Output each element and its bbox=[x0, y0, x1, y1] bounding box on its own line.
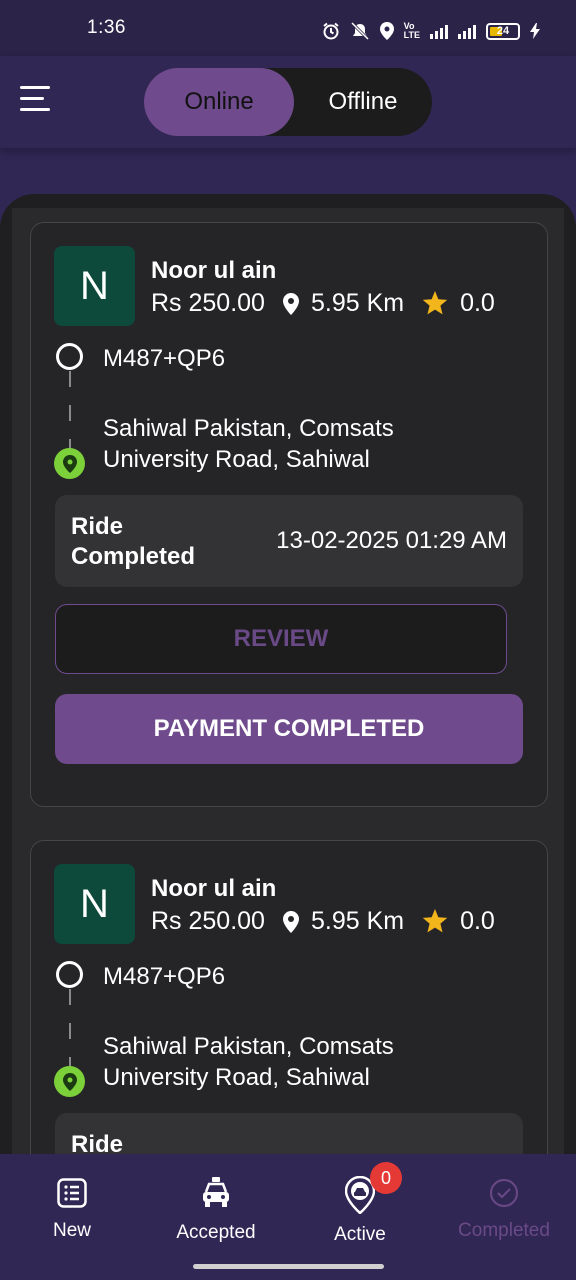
nav-label: Active bbox=[334, 1224, 386, 1245]
signal-icon bbox=[430, 23, 448, 39]
fare: Rs 250.00 bbox=[151, 289, 265, 317]
status-icons: Vo LTE 24 bbox=[322, 22, 540, 40]
star-icon bbox=[422, 291, 448, 315]
nav-completed[interactable]: Completed bbox=[432, 1158, 576, 1254]
ride-status-label: Ride bbox=[71, 1131, 124, 1154]
nav-label: New bbox=[52, 1220, 91, 1241]
rider-name: Noor ul ain bbox=[151, 257, 277, 284]
pickup-address: M487+QP6 bbox=[103, 963, 226, 990]
route-line bbox=[69, 371, 71, 455]
toggle-online[interactable]: Online bbox=[144, 68, 294, 136]
avatar: N bbox=[54, 246, 135, 326]
distance: 5.95 Km bbox=[310, 907, 405, 935]
fare: Rs 250.00 bbox=[151, 907, 265, 935]
nav-label: Completed bbox=[458, 1220, 550, 1241]
home-indicator[interactable] bbox=[193, 1264, 384, 1269]
location-icon bbox=[379, 22, 394, 40]
route-line bbox=[69, 989, 71, 1073]
ride-meta: Rs 250.00 5.95 Km 0.0 bbox=[151, 907, 495, 936]
app-header: Online Offline bbox=[0, 56, 576, 148]
rating: 0.0 bbox=[460, 289, 495, 317]
volte-icon: Vo LTE bbox=[403, 21, 420, 40]
dropoff-address: Sahiwal Pakistan, Comsats University Roa… bbox=[103, 1033, 394, 1091]
rides-panel: N Noor ul ain Rs 250.00 5.95 Km 0.0 M487… bbox=[0, 194, 576, 1154]
online-offline-toggle[interactable]: Online Offline bbox=[144, 68, 432, 136]
rating: 0.0 bbox=[460, 907, 495, 935]
ride-status-box: Ride Completed 13-02-2025 01:29 AM bbox=[55, 495, 523, 587]
location-pin-icon bbox=[282, 292, 299, 315]
pickup-icon bbox=[56, 343, 83, 370]
mute-icon bbox=[350, 22, 369, 40]
payment-completed-button[interactable]: PAYMENT COMPLETED bbox=[55, 694, 523, 764]
dropoff-address: Sahiwal Pakistan, Comsats University Roa… bbox=[103, 415, 394, 473]
pickup-icon bbox=[56, 961, 83, 988]
battery-icon: 24 bbox=[486, 22, 520, 40]
car-icon bbox=[203, 1177, 229, 1207]
battery-level: 24 bbox=[496, 25, 510, 37]
status-bar: 1:36 Vo LTE 24 bbox=[0, 0, 576, 56]
nav-accepted[interactable]: Accepted bbox=[144, 1158, 288, 1254]
ride-card: N Noor ul ain Rs 250.00 5.95 Km 0.0 M487… bbox=[30, 222, 548, 807]
ride-status-label: Ride Completed bbox=[71, 513, 196, 570]
ride-card: N Noor ul ain Rs 250.00 5.95 Km 0.0 M487… bbox=[30, 840, 548, 1154]
menu-icon[interactable] bbox=[20, 86, 54, 116]
location-pin-icon bbox=[282, 910, 299, 933]
review-button[interactable]: REVIEW bbox=[55, 604, 507, 674]
ride-status-date: 13-02-2025 01:29 AM bbox=[276, 527, 507, 554]
signal-4g-icon bbox=[458, 23, 476, 39]
toggle-offline[interactable]: Offline bbox=[294, 68, 432, 136]
nav-label: Accepted bbox=[176, 1222, 256, 1243]
status-time: 1:36 bbox=[87, 17, 126, 38]
bottom-nav: New Accepted 0 Active Completed bbox=[0, 1158, 576, 1254]
active-badge: 0 bbox=[370, 1162, 402, 1194]
avatar: N bbox=[54, 864, 135, 944]
rider-name: Noor ul ain bbox=[151, 875, 277, 902]
list-icon bbox=[57, 1178, 87, 1208]
dropoff-icon bbox=[54, 448, 85, 479]
nav-new[interactable]: New bbox=[0, 1158, 144, 1254]
star-icon bbox=[422, 909, 448, 933]
pickup-address: M487+QP6 bbox=[103, 345, 226, 372]
distance: 5.95 Km bbox=[310, 289, 405, 317]
rides-list: N Noor ul ain Rs 250.00 5.95 Km 0.0 M487… bbox=[12, 208, 564, 1154]
alarm-icon bbox=[323, 22, 339, 40]
ride-meta: Rs 250.00 5.95 Km 0.0 bbox=[151, 289, 495, 318]
nav-active[interactable]: 0 Active bbox=[288, 1158, 432, 1254]
ride-status-box: Ride bbox=[55, 1113, 523, 1154]
dropoff-icon bbox=[54, 1066, 85, 1097]
charging-icon bbox=[530, 23, 540, 39]
check-circle-icon bbox=[490, 1179, 518, 1207]
